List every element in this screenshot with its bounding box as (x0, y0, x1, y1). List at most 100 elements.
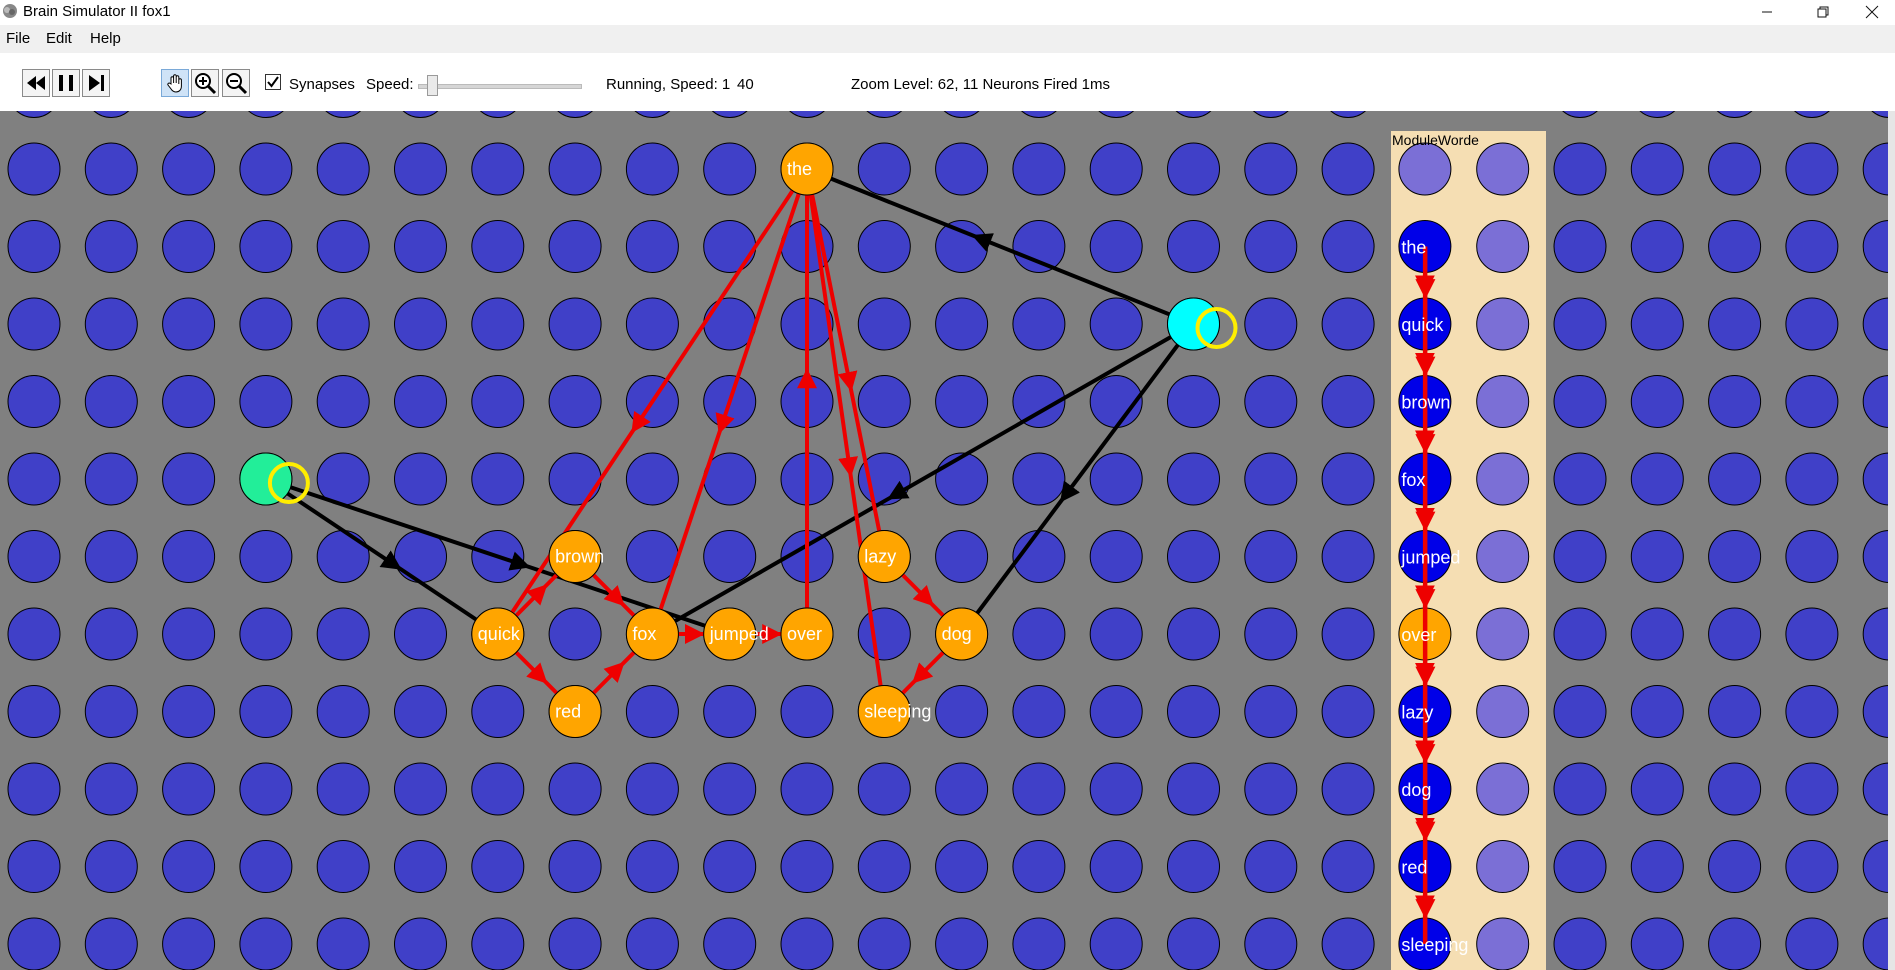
neuron[interactable] (857, 142, 911, 196)
neuron[interactable] (703, 220, 757, 273)
rewind-button[interactable] (22, 69, 50, 97)
neuron[interactable] (162, 840, 216, 893)
neuron[interactable] (1785, 452, 1839, 506)
neuron[interactable] (1244, 297, 1298, 351)
zoom-in-button[interactable] (191, 69, 219, 97)
pause-button[interactable] (52, 69, 80, 97)
neuron[interactable] (394, 917, 447, 970)
neuron[interactable] (162, 530, 216, 583)
synapses-checkbox[interactable] (265, 74, 281, 90)
neuron[interactable] (394, 375, 447, 428)
vertical-scrollbar[interactable] (1888, 111, 1895, 970)
neuron[interactable] (1089, 685, 1143, 738)
neuron[interactable] (1089, 452, 1143, 506)
neuron[interactable] (84, 375, 138, 428)
neuron[interactable] (548, 917, 602, 970)
neuron[interactable] (1708, 297, 1762, 351)
neuron[interactable] (1012, 297, 1066, 351)
minimize-button[interactable] (1744, 0, 1790, 24)
neuron[interactable] (1553, 142, 1607, 196)
neuron[interactable] (1630, 840, 1684, 893)
neuron[interactable] (780, 762, 834, 816)
neuron[interactable] (1708, 530, 1762, 583)
neuron[interactable] (1167, 762, 1220, 816)
neuron[interactable] (625, 762, 679, 816)
module-neuron[interactable] (1476, 220, 1530, 273)
neuron[interactable] (1012, 220, 1066, 273)
neuron[interactable] (780, 840, 834, 893)
neuron[interactable] (935, 840, 989, 893)
pan-tool-button[interactable] (161, 69, 189, 97)
neuron[interactable] (394, 607, 447, 661)
neuron[interactable] (394, 452, 447, 506)
neuron[interactable] (1708, 607, 1762, 661)
neuron-network[interactable]: the quick brown fox jumped over lazy dog red slee… (0, 111, 1895, 970)
neuron[interactable] (935, 297, 989, 351)
neuron[interactable] (1089, 917, 1143, 970)
neuron[interactable] (316, 685, 370, 738)
menu-help[interactable]: Help (90, 30, 121, 47)
neuron[interactable] (1553, 297, 1607, 351)
neuron[interactable] (857, 220, 911, 273)
neuron[interactable] (548, 840, 602, 893)
neuron[interactable] (471, 452, 525, 506)
neuron[interactable] (935, 530, 989, 583)
neuron[interactable] (316, 530, 370, 583)
neuron[interactable] (316, 220, 370, 273)
neuron[interactable] (1630, 375, 1684, 428)
neuron[interactable] (84, 917, 138, 970)
neuron[interactable] (1553, 452, 1607, 506)
neuron[interactable] (316, 142, 370, 196)
neuron[interactable] (857, 375, 911, 428)
neuron[interactable] (625, 297, 679, 351)
neuron[interactable] (1630, 685, 1684, 738)
neuron-array-canvas[interactable]: the quick brown fox jumped over lazy dog red slee… (0, 111, 1895, 970)
neuron[interactable] (1012, 762, 1066, 816)
neuron[interactable] (1785, 607, 1839, 661)
neuron[interactable] (239, 375, 293, 428)
neuron[interactable] (1630, 452, 1684, 506)
module-neuron[interactable] (1476, 375, 1530, 428)
neuron[interactable] (1167, 142, 1220, 196)
neuron[interactable] (1785, 142, 1839, 196)
neuron[interactable] (1553, 685, 1607, 738)
module-neuron[interactable] (1476, 917, 1530, 970)
neuron[interactable] (1321, 607, 1375, 661)
neuron[interactable] (1167, 917, 1220, 970)
neuron[interactable] (7, 530, 61, 583)
neuron[interactable] (84, 530, 138, 583)
speed-slider-thumb[interactable] (426, 75, 438, 96)
neuron[interactable] (1553, 840, 1607, 893)
neuron[interactable] (471, 685, 525, 738)
neuron[interactable] (239, 142, 293, 196)
neuron[interactable] (548, 297, 602, 351)
neuron[interactable] (1553, 375, 1607, 428)
neuron[interactable] (857, 917, 911, 970)
neuron[interactable] (548, 142, 602, 196)
neuron[interactable] (394, 840, 447, 893)
neuron[interactable] (162, 762, 216, 816)
neuron[interactable] (1785, 917, 1839, 970)
neuron[interactable] (162, 452, 216, 506)
neuron[interactable] (1012, 452, 1066, 506)
neuron[interactable] (1630, 142, 1684, 196)
neuron[interactable] (162, 917, 216, 970)
neuron[interactable] (1630, 297, 1684, 351)
neuron[interactable] (7, 607, 61, 661)
neuron[interactable] (1708, 917, 1762, 970)
neuron[interactable] (84, 685, 138, 738)
neuron[interactable] (1553, 220, 1607, 273)
neuron[interactable] (394, 762, 447, 816)
neuron[interactable] (1785, 297, 1839, 351)
neuron[interactable] (703, 762, 757, 816)
neuron[interactable] (1244, 762, 1298, 816)
neuron[interactable] (1553, 917, 1607, 970)
neuron[interactable] (625, 685, 679, 738)
neuron[interactable] (84, 452, 138, 506)
neuron[interactable] (1553, 762, 1607, 816)
neuron[interactable] (1167, 840, 1220, 893)
neuron[interactable] (1012, 685, 1066, 738)
neuron[interactable] (162, 607, 216, 661)
neuron[interactable] (84, 840, 138, 893)
neuron[interactable] (935, 917, 989, 970)
